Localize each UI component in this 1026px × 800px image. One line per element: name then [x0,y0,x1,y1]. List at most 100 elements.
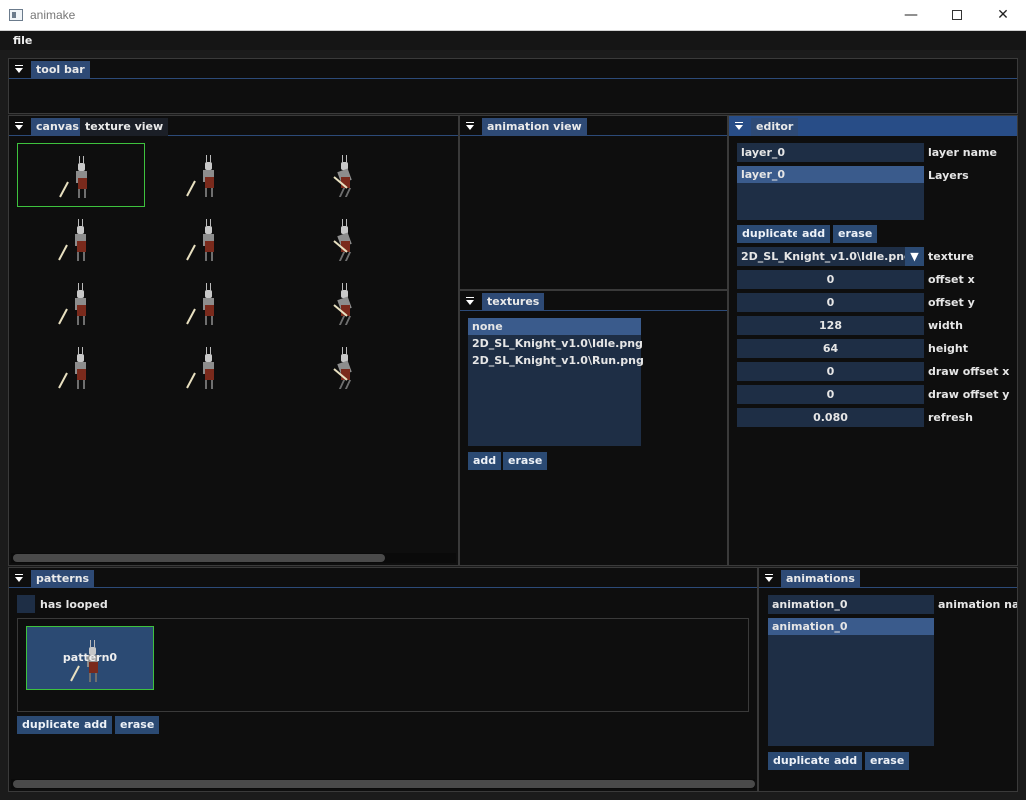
tab-tool-bar[interactable]: tool bar [31,61,90,79]
layer-name-label: layer name [928,146,997,159]
collapse-canvas-icon[interactable] [15,122,24,131]
canvas-titlebar: canvas texture view [9,116,458,136]
pattern-erase-button[interactable]: erase [115,716,160,734]
editor-panel: editor layer_0 layer name layer_0 Layers… [728,115,1018,566]
list-item[interactable]: none [468,318,641,335]
patterns-scrollbar-thumb[interactable] [13,780,755,788]
toolbar-titlebar: tool bar [9,59,1017,79]
collapse-animation-view-icon[interactable] [466,122,475,131]
collapse-patterns-icon[interactable] [15,574,24,583]
list-item[interactable]: 2D_SL_Knight_v1.0\Idle.png [468,335,643,352]
animation-add-button[interactable]: add [829,752,863,770]
sprite-frame[interactable] [145,335,273,399]
height-label: height [928,342,969,355]
texture-select-value: 2D_SL_Knight_v1.0\Idle.png [741,250,912,263]
width-input[interactable]: 128 [737,316,924,335]
draw-offset-x-label: draw offset x [928,365,1010,378]
sprite-frame[interactable] [145,143,273,207]
pattern-duplicate-button[interactable]: duplicate [17,716,85,734]
animation-name-input[interactable]: animation_0 [768,595,934,614]
sprite-frame[interactable] [145,271,273,335]
tab-texture-view[interactable]: texture view [80,118,169,136]
list-item[interactable]: layer_0 [737,166,924,183]
patterns-scrollbar[interactable] [11,779,755,789]
offset-y-input[interactable]: 0 [737,293,924,312]
list-item[interactable]: animation_0 [768,618,934,635]
layer-name-input[interactable]: layer_0 [737,143,924,162]
list-item[interactable]: 2D_SL_Knight_v1.0\Run.png [468,352,644,369]
texture-select[interactable]: 2D_SL_Knight_v1.0\Idle.png ▼ [737,247,924,266]
canvas-scrollbar-thumb[interactable] [13,554,385,562]
textures-add-button[interactable]: add [468,452,502,470]
menu-bar: file [0,31,1026,50]
sprite-grid[interactable] [9,136,458,546]
draw-offset-x-input[interactable]: 0 [737,362,924,381]
window-titlebar: animake — ✕ [0,0,1026,31]
maximize-button[interactable] [934,0,980,31]
menu-file[interactable]: file [13,34,32,47]
collapse-editor-icon[interactable] [735,122,744,131]
sprite-frame[interactable] [273,207,401,271]
sprite-frame[interactable] [145,207,273,271]
patterns-list[interactable]: pattern0 [17,618,749,712]
tab-editor[interactable]: editor [751,118,799,136]
knight-sprite [186,283,223,333]
layers-label: Layers [928,169,969,182]
knight-sprite [58,283,95,333]
knight-sprite [186,155,223,205]
layer-duplicate-button[interactable]: duplicate [737,225,805,243]
patterns-titlebar: patterns [9,568,757,588]
offset-x-label: offset x [928,273,975,286]
layer-erase-button[interactable]: erase [833,225,878,243]
has-looped-checkbox[interactable] [17,595,35,613]
knight-sprite [329,283,359,333]
texture-label: texture [928,250,974,263]
layers-list[interactable]: layer_0 [737,166,924,220]
offset-x-input[interactable]: 0 [737,270,924,289]
height-input[interactable]: 64 [737,339,924,358]
animation-duplicate-button[interactable]: duplicate [768,752,836,770]
tab-textures[interactable]: textures [482,293,545,311]
sprite-frame[interactable] [17,143,145,207]
animations-titlebar: animations [759,568,1017,588]
sprite-frame[interactable] [273,271,401,335]
sprite-frame[interactable] [17,335,145,399]
maximize-icon [952,10,962,20]
tab-patterns[interactable]: patterns [31,570,95,588]
draw-offset-y-input[interactable]: 0 [737,385,924,404]
offset-y-label: offset y [928,296,975,309]
knight-sprite [329,219,359,269]
close-button[interactable]: ✕ [980,0,1026,31]
knight-sprite [329,347,359,397]
collapse-toolbar-icon[interactable] [15,65,24,74]
refresh-input[interactable]: 0.080 [737,408,924,427]
tab-animation-view[interactable]: animation view [482,118,587,136]
has-looped-label: has looped [40,598,108,611]
collapse-animations-icon[interactable] [765,574,774,583]
toolbar-panel: tool bar [8,58,1018,114]
sprite-frame[interactable] [17,207,145,271]
canvas-panel: canvas texture view [8,115,459,566]
sprite-frame[interactable] [273,143,401,207]
app-icon [9,9,23,21]
tab-animations[interactable]: animations [781,570,860,588]
textures-panel: textures none 2D_SL_Knight_v1.0\Idle.png… [459,290,728,566]
canvas-scrollbar[interactable] [11,553,456,563]
textures-list[interactable]: none 2D_SL_Knight_v1.0\Idle.png 2D_SL_Kn… [468,318,644,446]
tab-canvas[interactable]: canvas [31,118,84,136]
animation-name-label: animation name [938,598,1018,611]
pattern-thumbnail[interactable]: pattern0 [26,626,154,690]
textures-erase-button[interactable]: erase [503,452,548,470]
chevron-down-icon[interactable]: ▼ [905,247,924,266]
collapse-textures-icon[interactable] [466,297,475,306]
sprite-frame[interactable] [17,271,145,335]
sprite-frame[interactable] [273,335,401,399]
animations-list[interactable]: animation_0 [768,618,934,746]
draw-offset-y-label: draw offset y [928,388,1010,401]
pattern-add-button[interactable]: add [79,716,113,734]
knight-sprite [186,347,223,397]
animation-erase-button[interactable]: erase [865,752,910,770]
minimize-button[interactable]: — [888,0,934,31]
layer-add-button[interactable]: add [797,225,831,243]
knight-sprite [186,219,223,269]
